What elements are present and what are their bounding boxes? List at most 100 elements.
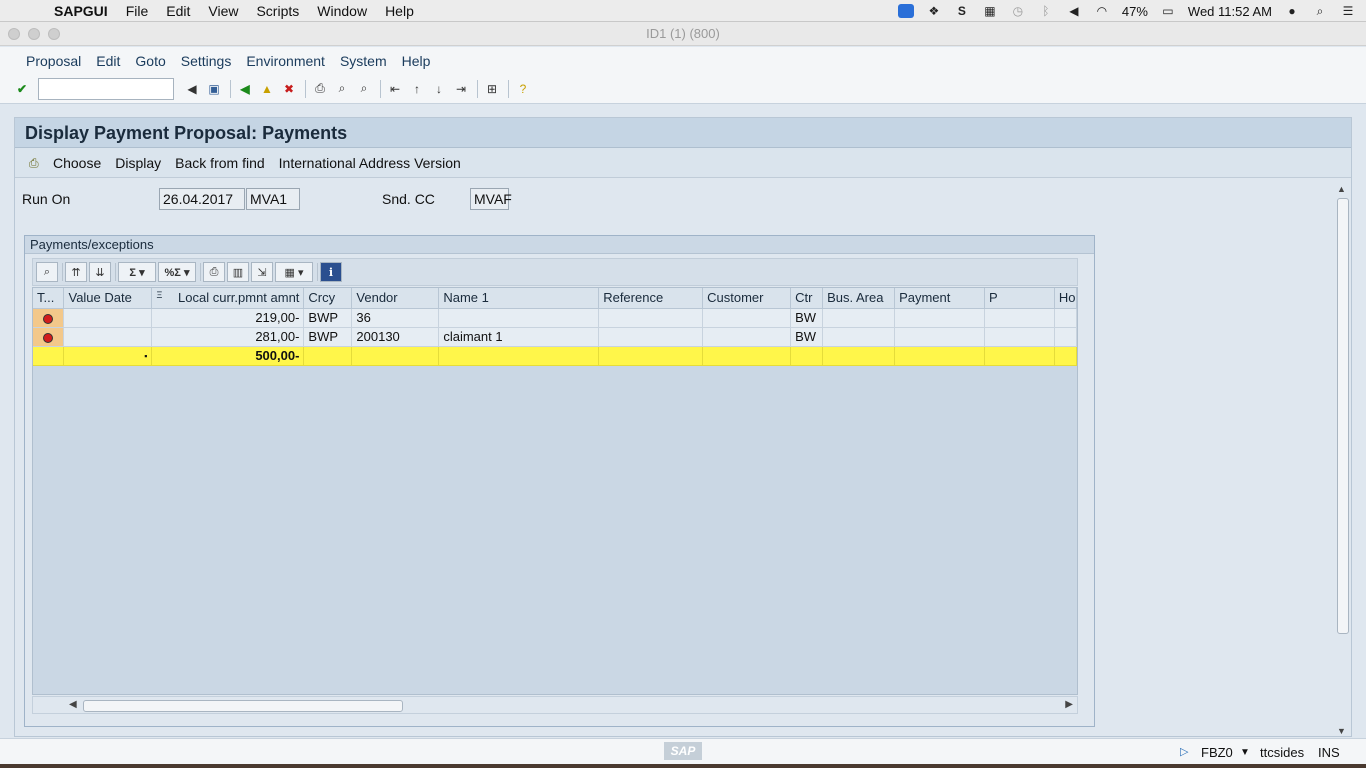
amount-cell[interactable]: 281,00- xyxy=(151,327,305,347)
currency-cell[interactable]: BWP xyxy=(303,327,353,347)
menubar-clock[interactable]: Wed 11:52 AM xyxy=(1188,4,1272,19)
battery-icon[interactable]: ▭ xyxy=(1160,4,1176,18)
command-history-icon[interactable]: ◀ xyxy=(182,79,202,99)
table-row[interactable]: 219,00- BWP 36 BW xyxy=(33,308,1077,328)
scroll-right-arrow-icon[interactable]: ▶ xyxy=(1065,699,1073,710)
menu-goto[interactable]: Goto xyxy=(135,53,165,69)
minimize-window-button[interactable] xyxy=(28,28,40,40)
vendor-cell[interactable]: 36 xyxy=(351,308,440,328)
total-amount-cell[interactable]: 500,00- xyxy=(151,346,305,366)
menubar-scripts[interactable]: Scripts xyxy=(256,3,299,19)
printer-icon[interactable]: ⎙ xyxy=(29,156,45,170)
enter-check-icon[interactable]: ✔ xyxy=(12,79,32,99)
zoom-window-button[interactable] xyxy=(48,28,60,40)
bluetooth-icon[interactable]: ᛒ xyxy=(1038,4,1054,18)
col-header-reference[interactable]: Reference xyxy=(598,288,704,309)
create-session-icon[interactable]: ⊞ xyxy=(482,79,502,99)
scroll-left-arrow-icon[interactable]: ◀ xyxy=(69,699,77,710)
horizontal-scrollbar[interactable]: ◀ ▶ xyxy=(32,696,1078,714)
currency-cell[interactable]: BWP xyxy=(303,308,353,328)
amount-cell[interactable]: 219,00- xyxy=(151,308,305,328)
vendor-cell[interactable]: 200130 xyxy=(351,327,440,347)
country-cell[interactable]: BW xyxy=(790,308,824,328)
col-header-vendor[interactable]: Vendor xyxy=(351,288,440,309)
value-date-cell[interactable] xyxy=(63,308,153,328)
bus-area-cell[interactable] xyxy=(822,327,896,347)
menubar-window[interactable]: Window xyxy=(317,3,367,19)
total-row[interactable]: ▪ 500,00- xyxy=(33,346,1077,366)
reference-cell[interactable] xyxy=(598,327,704,347)
vertical-scrollbar[interactable]: ▲ ▼ xyxy=(1335,184,1349,736)
session-dropdown-icon[interactable]: ▼ xyxy=(1240,747,1250,758)
help-icon[interactable]: ? xyxy=(513,79,533,99)
col-header-customer[interactable]: Customer xyxy=(702,288,792,309)
customer-cell[interactable] xyxy=(702,308,792,328)
payment-cell[interactable] xyxy=(894,308,985,328)
command-field[interactable] xyxy=(38,77,174,100)
cancel-icon[interactable]: ✖ xyxy=(279,79,299,99)
close-window-button[interactable] xyxy=(8,28,20,40)
reference-cell[interactable] xyxy=(598,308,704,328)
menu-system[interactable]: System xyxy=(340,53,387,69)
save-icon[interactable]: ▣ xyxy=(204,79,224,99)
vertical-scroll-thumb[interactable] xyxy=(1337,198,1349,634)
spotlight-search-icon[interactable]: ⌕ xyxy=(1312,4,1328,18)
international-address-button[interactable]: International Address Version xyxy=(279,155,461,171)
menubar-file[interactable]: File xyxy=(126,3,149,19)
menu-help[interactable]: Help xyxy=(402,53,431,69)
p-cell[interactable] xyxy=(984,308,1055,328)
s-app-icon[interactable]: S xyxy=(954,4,970,18)
previous-page-icon[interactable]: ↑ xyxy=(407,79,427,99)
find-icon[interactable]: ⌕ xyxy=(332,79,352,99)
menu-proposal[interactable]: Proposal xyxy=(26,53,81,69)
keyboard-icon[interactable]: ▦ xyxy=(982,4,998,18)
table-row[interactable]: 281,00- BWP 200130 claimant 1 BW xyxy=(33,327,1077,347)
menubar-view[interactable]: View xyxy=(208,3,238,19)
col-header-currency[interactable]: Crcy xyxy=(303,288,353,309)
scroll-up-arrow-icon[interactable]: ▲ xyxy=(1337,184,1346,194)
menubar-help[interactable]: Help xyxy=(385,3,414,19)
col-header-bus-area[interactable]: Bus. Area xyxy=(822,288,896,309)
bus-area-cell[interactable] xyxy=(822,308,896,328)
back-icon[interactable]: ◀ xyxy=(235,79,255,99)
export-icon[interactable]: ⇲ xyxy=(251,262,273,282)
p-cell[interactable] xyxy=(984,327,1055,347)
col-header-p[interactable]: P xyxy=(984,288,1055,309)
total-icon[interactable]: Σ ▾ xyxy=(118,262,156,282)
sort-ascending-icon[interactable]: ⇈ xyxy=(65,262,87,282)
name1-cell[interactable] xyxy=(438,308,600,328)
wifi-icon[interactable]: ◠ xyxy=(1094,4,1110,18)
dropbox-icon[interactable]: ❖ xyxy=(926,4,942,18)
col-header-amount[interactable]: Ξ Local curr.pmnt amnt xyxy=(151,288,305,309)
last-page-icon[interactable]: ⇥ xyxy=(451,79,471,99)
time-machine-icon[interactable]: ◷ xyxy=(1010,4,1026,18)
views-icon[interactable]: ▥ xyxy=(227,262,249,282)
next-page-icon[interactable]: ↓ xyxy=(429,79,449,99)
menubar-app-name[interactable]: SAPGUI xyxy=(54,3,108,19)
ho-cell[interactable] xyxy=(1054,327,1077,347)
col-header-payment[interactable]: Payment xyxy=(894,288,985,309)
notification-center-icon[interactable]: ☰ xyxy=(1340,4,1356,18)
layout-icon[interactable]: ▦ ▾ xyxy=(275,262,313,282)
col-header-type[interactable]: T... xyxy=(33,288,65,309)
customer-cell[interactable] xyxy=(702,327,792,347)
choose-button[interactable]: Choose xyxy=(53,155,101,171)
insert-mode[interactable]: INS xyxy=(1318,745,1340,760)
user-icon[interactable]: ● xyxy=(1284,4,1300,18)
information-icon[interactable]: i xyxy=(320,262,342,282)
country-cell[interactable]: BW xyxy=(790,327,824,347)
details-icon[interactable]: ⌕ xyxy=(36,262,58,282)
col-header-ho[interactable]: Ho xyxy=(1054,288,1077,309)
display-button[interactable]: Display xyxy=(115,155,161,171)
volume-icon[interactable]: ◀ xyxy=(1066,4,1082,18)
back-from-find-button[interactable]: Back from find xyxy=(175,155,264,171)
menu-settings[interactable]: Settings xyxy=(181,53,232,69)
ho-cell[interactable] xyxy=(1054,308,1077,328)
first-page-icon[interactable]: ⇤ xyxy=(385,79,405,99)
sort-descending-icon[interactable]: ⇊ xyxy=(89,262,111,282)
exit-icon[interactable]: ▲ xyxy=(257,79,277,99)
subtotal-icon[interactable]: %Σ ▾ xyxy=(158,262,196,282)
payment-cell[interactable] xyxy=(894,327,985,347)
value-date-cell[interactable] xyxy=(63,327,153,347)
find-next-icon[interactable]: ⌕ xyxy=(354,79,374,99)
